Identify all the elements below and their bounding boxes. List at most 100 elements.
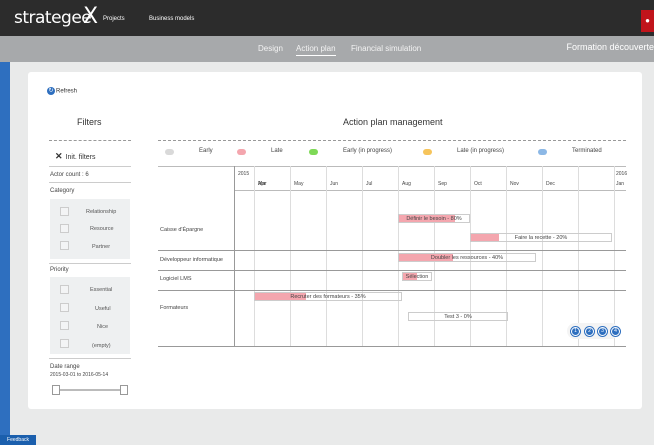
init-filters-button[interactable]: ✕ Init. filters (55, 151, 96, 162)
refresh-icon: ↻ (47, 87, 55, 95)
gantt-column-line (578, 166, 579, 346)
task-label: Définir le besoin - 80% (406, 216, 462, 222)
gantt-top-line (158, 166, 626, 167)
app-logo[interactable]: strategee (14, 8, 92, 28)
month-label: Jan (616, 181, 625, 187)
priority-checkbox-useful[interactable] (60, 303, 69, 312)
category-relationship[interactable]: Relationship (86, 209, 116, 215)
category-checkbox-resource[interactable] (60, 224, 69, 233)
priority-checkbox-empty[interactable] (60, 339, 69, 348)
priority-useful[interactable]: Useful (95, 306, 111, 312)
priority-empty[interactable]: (empty) (92, 343, 111, 349)
actor-count: Actor count : 6 (50, 172, 89, 178)
month-label: Sep (438, 181, 447, 187)
month-label: Dec (546, 181, 555, 187)
month-label: Apr (258, 181, 266, 187)
row-label-logiciel: Logiciel LMS (160, 276, 192, 282)
pager-dot-2[interactable]: 2 (585, 327, 594, 336)
project-tabs-bar: Design Action plan Financial simulation … (0, 36, 654, 62)
tab-financial-simulation[interactable]: Financial simulation (351, 44, 421, 53)
task-label: Test 3 - 0% (444, 314, 472, 320)
month-label: Aug (402, 181, 411, 187)
tab-action-plan[interactable]: Action plan (296, 44, 336, 56)
task-bar[interactable]: Définir le besoin - 80% (398, 214, 470, 223)
top-navbar: strategee X Projects Business models ● (0, 0, 654, 36)
tab-design[interactable]: Design (258, 44, 283, 53)
pager-dot-1[interactable]: 1 (571, 327, 580, 336)
gantt-row-line (158, 270, 626, 271)
refresh-label: Refresh (56, 88, 78, 95)
pager-dot-4[interactable]: 4 (611, 327, 620, 336)
task-bar[interactable]: Doubler les ressources - 40% (398, 253, 536, 262)
gantt-header-line (234, 190, 626, 191)
legend-swatch-early-in-progress (309, 149, 318, 155)
filters-hr (49, 166, 131, 167)
category-resource[interactable]: Resource (90, 226, 114, 232)
nav-projects[interactable]: Projects (103, 16, 125, 22)
year-label-end: 2016 (616, 171, 628, 177)
task-bar[interactable]: Faire la recette - 20% (470, 233, 612, 242)
refresh-button[interactable]: ↻ Refresh (47, 87, 77, 95)
task-bar[interactable]: Recruter des formateurs - 35% (254, 292, 402, 301)
legend-swatch-late-in-progress (423, 149, 432, 155)
month-label: Oct (474, 181, 482, 187)
task-label: Doubler les ressources - 40% (430, 255, 504, 261)
legend-swatch-terminated (538, 149, 547, 155)
priority-essential[interactable]: Essential (90, 287, 112, 293)
date-range-slider[interactable] (54, 389, 126, 391)
init-filters-label: Init. filters (65, 154, 96, 161)
pager-dot-3[interactable]: 3 (598, 327, 607, 336)
year-label-start: 2015 (238, 171, 250, 177)
legend-late-in-progress: Late (in progress) (457, 148, 505, 154)
legend-early-in-progress: Early (in progress) (343, 148, 393, 154)
category-checkbox-partner[interactable] (60, 241, 69, 250)
date-range-label: Date range (50, 364, 80, 370)
gantt-row-line (158, 290, 626, 291)
user-menu-button[interactable]: ● (641, 10, 654, 32)
month-label: Nov (510, 181, 519, 187)
row-label-developpeur: Développeur informatique (160, 257, 223, 263)
legend-terminated: Terminated (572, 148, 602, 154)
legend-swatch-late (237, 149, 246, 155)
task-label: Recruter des formateurs - 35% (290, 294, 366, 300)
date-range-handle-end[interactable] (120, 385, 128, 395)
gantt-row-line (158, 250, 626, 251)
nav-business-models[interactable]: Business models (149, 16, 194, 22)
filters-hr (49, 182, 131, 183)
gantt-column-line (542, 166, 543, 346)
filters-hr (49, 358, 131, 359)
gantt-bottom-line (158, 346, 626, 347)
legend-early: Early (199, 148, 213, 154)
priority-checkbox-essential[interactable] (60, 285, 69, 294)
gantt-column-line (362, 166, 363, 346)
month-label: Jun (330, 181, 339, 187)
task-bar[interactable]: Sélection (402, 272, 432, 281)
plan-divider (158, 140, 626, 141)
task-label: Faire la recette - 20% (514, 235, 568, 241)
gantt-column-line (614, 166, 615, 346)
date-range-value: 2015-03-01 to 2016-05-14 (50, 372, 109, 378)
app-logo-x: X (83, 4, 99, 29)
row-label-caisse: Caisse d'Épargne (160, 227, 204, 233)
close-icon: ✕ (55, 151, 63, 161)
date-range-handle-start[interactable] (52, 385, 60, 395)
plan-title: Action plan management (343, 117, 443, 127)
priority-nice[interactable]: Nice (97, 324, 108, 330)
task-bar[interactable]: Test 3 - 0% (408, 312, 508, 321)
month-label: May (294, 181, 304, 187)
filters-hr (49, 263, 131, 264)
category-partner[interactable]: Partner (92, 244, 110, 250)
legend-late: Late (271, 148, 283, 154)
project-title: Formation découverte (566, 42, 654, 52)
feedback-button[interactable]: Feedback (0, 435, 36, 445)
gantt-column-line (254, 166, 255, 346)
task-label: Sélection (405, 274, 429, 280)
category-checkbox-relationship[interactable] (60, 207, 69, 216)
priority-checkbox-nice[interactable] (60, 321, 69, 330)
priority-label: Priority (50, 267, 69, 273)
gantt-column-line (326, 166, 327, 346)
month-label: Jul (366, 181, 373, 187)
filters-divider (49, 140, 131, 141)
gantt-column-line (234, 166, 235, 346)
legend-swatch-early (165, 149, 174, 155)
